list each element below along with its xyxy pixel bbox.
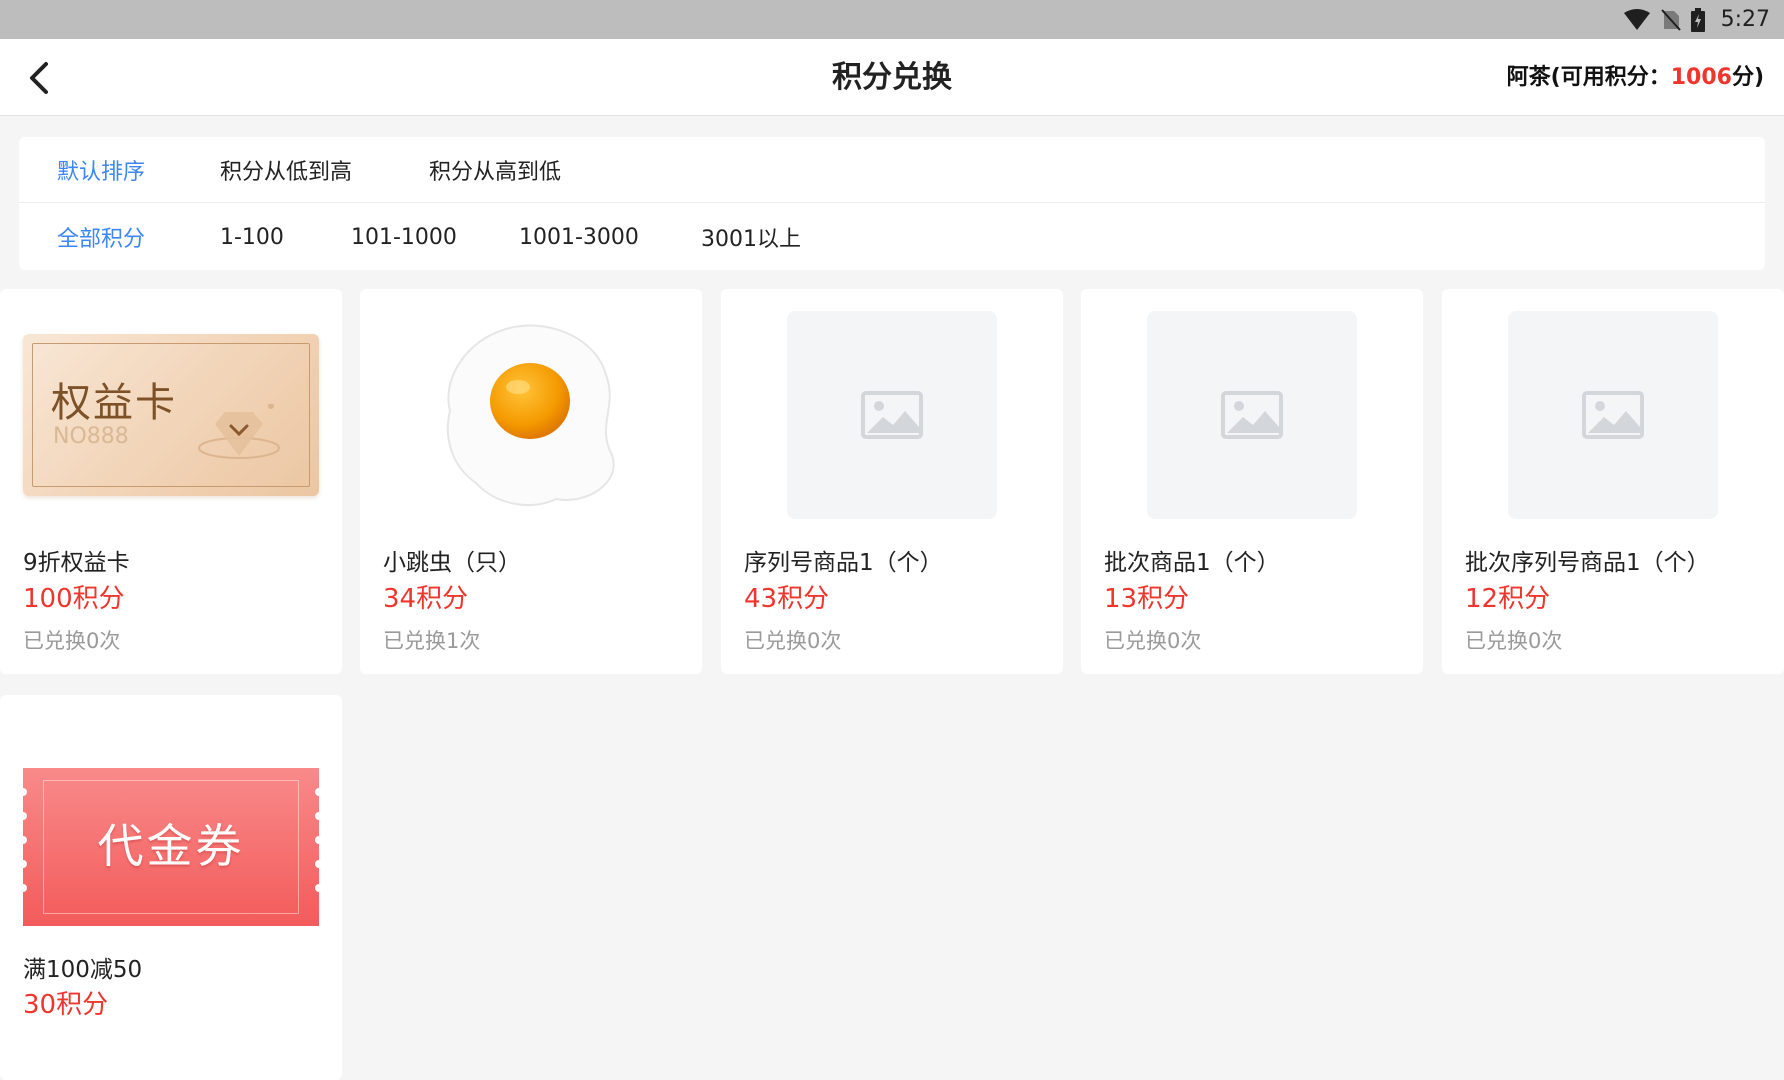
product-image <box>1104 311 1400 519</box>
range-option-1001-3000[interactable]: 1001-3000 <box>519 225 701 250</box>
benefit-card-image: 权益卡 NO888 <box>23 334 319 496</box>
status-bar: 5:27 <box>0 0 1784 39</box>
benefit-card-title: 权益卡 <box>51 380 177 426</box>
points-range-row: 全部积分 1-100 101-1000 1001-3000 3001以上 <box>19 204 1765 270</box>
range-option-3001-plus[interactable]: 3001以上 <box>701 221 801 253</box>
user-points-info: 阿茶(可用积分：1006分) <box>1507 39 1764 116</box>
product-image <box>383 311 679 519</box>
image-placeholder-icon <box>1582 391 1644 439</box>
diamond-icon <box>198 404 280 459</box>
voucher-image: 代金券 <box>19 768 323 926</box>
product-redeem-count: 已兑换0次 <box>1104 629 1202 653</box>
product-card[interactable]: 批次商品1（个） 13积分 已兑换0次 <box>1081 289 1423 674</box>
fried-egg-image <box>446 324 615 506</box>
product-image <box>744 311 1040 519</box>
product-image <box>1465 311 1761 519</box>
product-redeem-count: 已兑换0次 <box>1465 629 1563 653</box>
product-image: 代金券 <box>19 743 323 951</box>
product-card[interactable]: 序列号商品1（个） 43积分 已兑换0次 <box>721 289 1063 674</box>
product-price: 100积分 <box>23 584 125 614</box>
product-card[interactable]: 代金券 满100减50 30积分 <box>0 695 342 1080</box>
range-option-101-1000[interactable]: 101-1000 <box>351 225 519 250</box>
image-placeholder-icon <box>861 391 923 439</box>
product-price: 30积分 <box>23 990 109 1020</box>
sort-options-row: 默认排序 积分从低到高 积分从高到低 <box>19 137 1765 203</box>
product-price: 13积分 <box>1104 584 1190 614</box>
voucher-title: 代金券 <box>97 819 245 873</box>
sort-option-high-to-low[interactable]: 积分从高到低 <box>429 154 561 186</box>
product-name: 批次商品1（个） <box>1104 550 1280 576</box>
product-redeem-count: 已兑换0次 <box>23 629 121 653</box>
product-image: 权益卡 NO888 <box>23 311 319 519</box>
product-name: 小跳虫（只） <box>383 550 521 576</box>
product-name: 满100减50 <box>23 957 143 983</box>
back-button[interactable] <box>18 57 60 99</box>
available-points: 1006 <box>1670 65 1732 90</box>
product-price: 43积分 <box>744 584 830 614</box>
product-name: 9折权益卡 <box>23 550 130 576</box>
product-card[interactable]: 小跳虫（只） 34积分 已兑换1次 <box>360 289 702 674</box>
product-price: 12积分 <box>1465 584 1551 614</box>
clock-time: 5:27 <box>1720 7 1770 32</box>
user-points-prefix: 阿茶(可用积分： <box>1506 65 1671 90</box>
range-option-1-100[interactable]: 1-100 <box>220 225 351 250</box>
product-card[interactable]: 权益卡 NO888 9折权益卡 100积分 已兑换0次 <box>0 289 342 674</box>
product-card[interactable]: 批次序列号商品1（个） 12积分 已兑换0次 <box>1442 289 1784 674</box>
image-placeholder <box>787 311 997 519</box>
product-redeem-count: 已兑换1次 <box>383 629 481 653</box>
image-placeholder-icon <box>1221 391 1283 439</box>
user-points-suffix: 分) <box>1731 65 1764 90</box>
range-option-all[interactable]: 全部积分 <box>57 221 220 253</box>
product-price: 34积分 <box>383 584 469 614</box>
no-sim-icon <box>1660 8 1681 31</box>
sort-option-low-to-high[interactable]: 积分从低到高 <box>220 154 429 186</box>
product-name: 批次序列号商品1（个） <box>1465 550 1710 576</box>
benefit-card-number: NO888 <box>53 424 129 449</box>
chevron-left-icon <box>30 62 48 94</box>
app-header: 积分兑换 阿茶(可用积分：1006分) <box>0 39 1784 116</box>
product-name: 序列号商品1（个） <box>744 550 943 576</box>
wifi-icon <box>1623 8 1651 31</box>
image-placeholder <box>1147 311 1357 519</box>
battery-icon <box>1690 7 1705 32</box>
filter-panel: 默认排序 积分从低到高 积分从高到低 全部积分 1-100 101-1000 1… <box>19 137 1765 270</box>
sort-option-default[interactable]: 默认排序 <box>57 154 220 186</box>
product-redeem-count: 已兑换0次 <box>744 629 842 653</box>
image-placeholder <box>1508 311 1718 519</box>
